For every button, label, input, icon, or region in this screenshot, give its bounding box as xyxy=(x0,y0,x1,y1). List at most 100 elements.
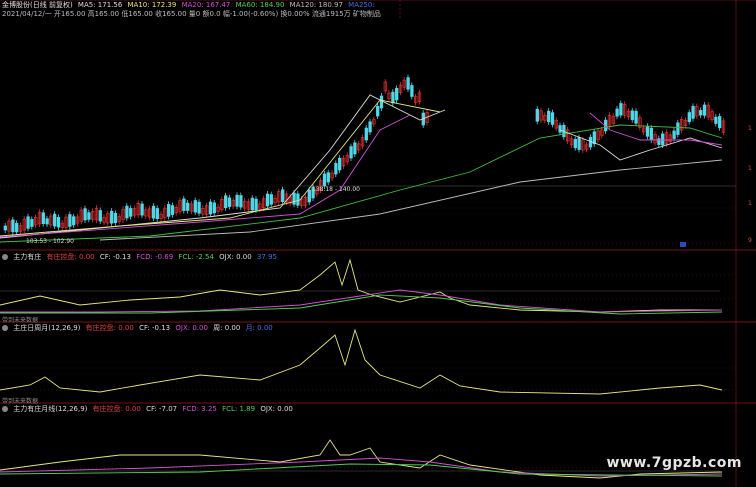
candle-body xyxy=(83,208,87,221)
candle-body xyxy=(676,122,680,135)
panel1-header: 主力有庄 有庄控盘: 0.00 CF: -0.13 FCD: -0.69 FCL… xyxy=(2,253,280,262)
ma120-label: MA120: 180.97 xyxy=(289,1,343,9)
candle-body xyxy=(281,189,285,203)
candle-body xyxy=(155,208,159,220)
candle-body xyxy=(212,202,216,214)
candle-body xyxy=(649,127,653,141)
candle-body xyxy=(269,194,273,205)
candle-body xyxy=(125,205,129,219)
candle-body xyxy=(26,216,30,229)
candle-body xyxy=(718,116,722,129)
panel1-icon[interactable] xyxy=(2,254,8,260)
candle-body xyxy=(186,202,190,211)
panel3-title: 主力有庄月线(12,26,9) xyxy=(13,405,88,413)
panel2-item: 有庄控盘: 0.00 xyxy=(85,324,134,332)
panel2-header: 主庄日周月(12,26,9) 有庄控盘: 0.00 CF: -0.13 OJX:… xyxy=(2,324,276,333)
candle-body xyxy=(410,85,414,97)
candle-body xyxy=(630,110,634,120)
candle-body xyxy=(322,173,327,187)
candle-body xyxy=(197,201,201,214)
candle-body xyxy=(292,192,296,205)
panel3-item: 有庄控盘: 0.00 xyxy=(92,405,141,413)
candle-body xyxy=(129,208,133,217)
panel2-item: CF: -0.13 xyxy=(139,324,171,332)
panel2-item: 月: 0.00 xyxy=(245,324,273,332)
candle-body xyxy=(208,201,213,215)
candle-body xyxy=(691,105,695,119)
candle-body xyxy=(395,87,399,101)
panel2-line xyxy=(0,328,723,395)
watermark: www.7gpzb.com xyxy=(606,455,742,471)
candle-body xyxy=(379,95,384,109)
candle-body xyxy=(702,104,707,116)
candle-body xyxy=(151,205,156,219)
candle-body xyxy=(53,213,57,227)
candle-body xyxy=(368,121,372,133)
candle-body xyxy=(72,216,76,226)
candle-body xyxy=(250,197,254,211)
candle-body xyxy=(224,195,228,209)
candle-body xyxy=(56,217,61,228)
candle-body xyxy=(68,214,72,227)
ma250-label: MA250: xyxy=(348,1,375,9)
ma60-label: MA60: 184.90 xyxy=(235,1,285,9)
candle-body xyxy=(15,222,19,233)
low-price-label: 103.53 - 102.90 xyxy=(26,238,74,245)
candle-body xyxy=(170,205,175,215)
candle-body xyxy=(661,133,665,146)
candle-body xyxy=(577,137,581,150)
candle-body xyxy=(672,130,676,139)
candle-body xyxy=(235,194,239,207)
candle-body xyxy=(406,77,410,90)
candle-body xyxy=(376,105,380,117)
ma5-label: MA5: 171.56 xyxy=(77,1,123,9)
panel1-note: 带到未来数据 xyxy=(2,317,39,324)
ma120-line xyxy=(99,159,723,241)
candle-body xyxy=(98,210,102,222)
candle-body xyxy=(615,108,619,117)
candle-body xyxy=(645,125,650,137)
panel3-item: CF: -7.07 xyxy=(146,405,178,413)
candle-body xyxy=(41,212,45,224)
axis-tick-label: 9 xyxy=(748,237,752,244)
candle-body xyxy=(338,157,342,171)
candle-body xyxy=(140,203,144,216)
panel3-item: OJX: 0.00 xyxy=(260,405,293,413)
candle-body xyxy=(550,112,555,125)
axis-tick-label: 1 xyxy=(748,125,752,132)
panel2-icon[interactable] xyxy=(2,325,8,331)
panel1-fcd-line xyxy=(0,289,723,313)
panel1-item: OJX: 0.00 xyxy=(219,253,252,261)
candle-body xyxy=(699,110,703,116)
panel1-item: 有庄控盘: 0.00 xyxy=(46,253,95,261)
candle-body xyxy=(193,200,197,213)
candle-body xyxy=(349,146,353,159)
candle-body xyxy=(634,110,638,124)
panel3-icon[interactable] xyxy=(2,406,8,412)
candle-body xyxy=(619,103,623,116)
volume-marker xyxy=(680,242,686,247)
ma5-line xyxy=(0,94,446,239)
candle-body xyxy=(254,198,258,211)
candle-body xyxy=(167,204,171,217)
axis-tick-label: 1 xyxy=(748,165,752,172)
candle-body xyxy=(182,198,186,211)
title-text: 金博股份(日线 前复权) xyxy=(2,1,73,9)
panel2-title: 主庄日周月(12,26,9) xyxy=(13,324,81,332)
candle-body xyxy=(113,212,118,224)
ohlc-info: 2021/04/12/一 开165.00 高165.00 低165.00 收16… xyxy=(2,10,381,18)
candle-body xyxy=(45,218,49,225)
candle-body xyxy=(239,195,243,208)
candle-body xyxy=(535,108,539,122)
axis-tick-label: 1 xyxy=(748,200,752,207)
panel1-item: FCD: -0.69 xyxy=(136,253,174,261)
candle-body xyxy=(334,163,338,175)
panel3-item: FCD: 3.25 xyxy=(182,405,217,413)
candle-body xyxy=(87,212,91,220)
panel2-item: OJX: 0.00 xyxy=(175,324,208,332)
candle-body xyxy=(326,172,330,183)
candle-body xyxy=(714,116,718,124)
panel1-title: 主力有庄 xyxy=(13,253,42,261)
panel1-item: CF: -0.13 xyxy=(99,253,131,261)
candle-body xyxy=(296,193,300,206)
